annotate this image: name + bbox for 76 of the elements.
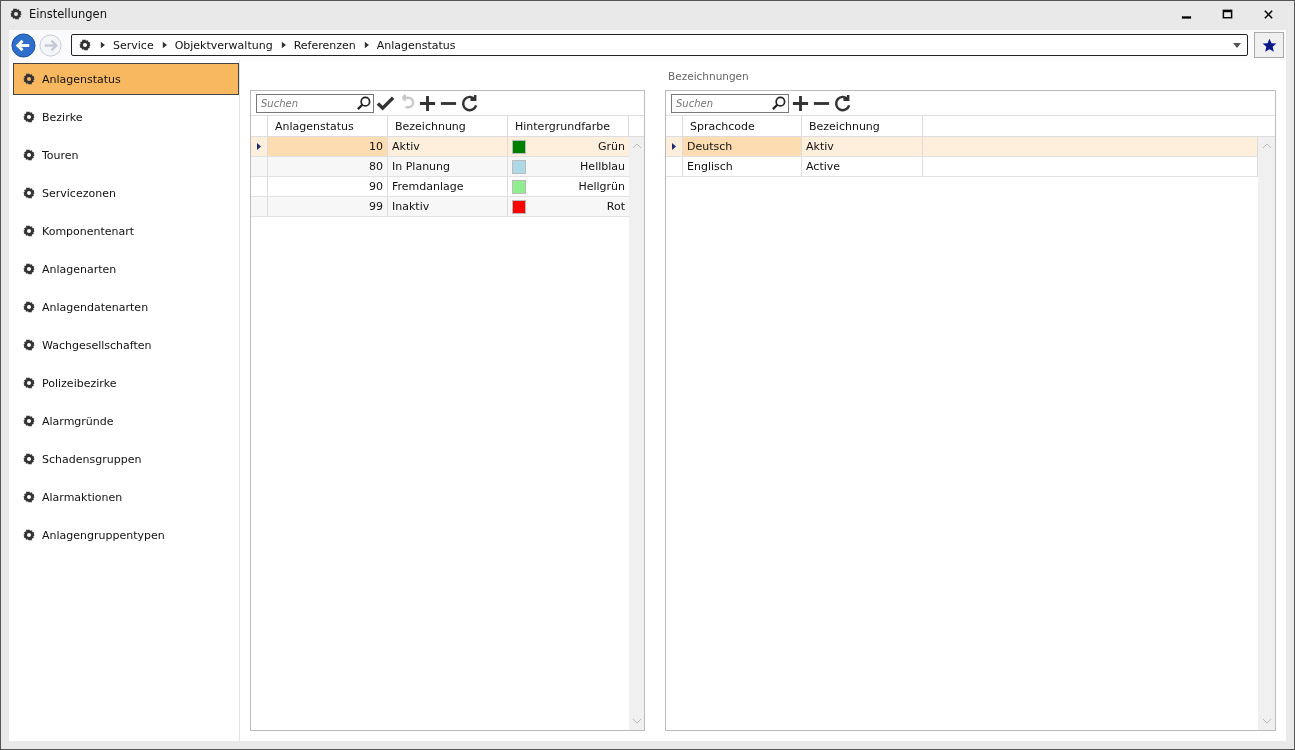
row-pointer-icon xyxy=(257,143,261,150)
table-cell: Inaktiv xyxy=(388,197,508,216)
caret-icon xyxy=(280,41,286,49)
sidebar-item[interactable]: Anlagendatenarten xyxy=(13,291,239,323)
gear-icon xyxy=(9,7,23,21)
star-icon xyxy=(1261,37,1277,53)
column-header[interactable]: Bezeichnung xyxy=(388,116,508,136)
gear-icon xyxy=(22,452,36,466)
breadcrumb-item[interactable]: Service xyxy=(113,38,154,52)
table-cell: 90 xyxy=(268,177,388,196)
window-title: Einstellungen xyxy=(29,7,107,21)
sidebar-item[interactable]: Anlagengruppentypen xyxy=(13,519,239,551)
refresh-icon[interactable] xyxy=(460,93,479,113)
table-cell: Hellblau xyxy=(580,160,625,173)
gear-icon xyxy=(22,72,36,86)
sidebar-item[interactable]: Wachgesellschaften xyxy=(13,329,239,361)
gear-icon xyxy=(22,376,36,390)
back-icon[interactable] xyxy=(11,32,36,58)
sidebar-item[interactable]: Polizeibezirke xyxy=(13,367,239,399)
sidebar-item[interactable]: Anlagenstatus xyxy=(13,63,239,95)
table-cell: In Planung xyxy=(388,157,508,176)
gear-icon xyxy=(22,110,36,124)
gear-icon xyxy=(22,414,36,428)
gear-icon xyxy=(22,186,36,200)
breadcrumb-item[interactable]: Referenzen xyxy=(293,38,356,52)
table-cell: Deutsch xyxy=(683,137,802,156)
breadcrumb-item[interactable]: Objektverwaltung xyxy=(174,38,273,52)
sidebar-item[interactable]: Anlagenarten xyxy=(13,253,239,285)
gear-icon xyxy=(22,148,36,162)
table-cell: Aktiv xyxy=(388,137,508,156)
breadcrumb-item[interactable]: Anlagenstatus xyxy=(376,38,456,52)
table-cell: Englisch xyxy=(683,157,802,176)
caret-icon xyxy=(363,41,369,49)
column-header[interactable]: Sprachcode xyxy=(683,116,802,136)
gear-icon xyxy=(22,490,36,504)
plus-icon[interactable] xyxy=(418,93,437,113)
search-field[interactable]: Suchen xyxy=(256,93,374,113)
plus-icon[interactable] xyxy=(791,93,810,113)
gear-icon xyxy=(22,338,36,352)
gear-icon xyxy=(22,528,36,542)
sidebar-item[interactable]: Schadensgruppen xyxy=(13,443,239,475)
sidebar-item[interactable]: Komponentenart xyxy=(13,215,239,247)
address-bar[interactable]: Service Objektverwaltung Referenzen Anlagenstatus xyxy=(71,34,1248,56)
table-cell: 80 xyxy=(268,157,388,176)
table-cell: Active xyxy=(802,157,923,176)
sidebar-item[interactable]: Servicezonen xyxy=(13,177,239,209)
table-cell: Hellgrün xyxy=(578,180,625,193)
sidebar-item[interactable]: Bezirke xyxy=(13,101,239,133)
table-cell: Rot xyxy=(606,200,625,213)
gear-icon xyxy=(78,38,92,52)
dropdown-icon[interactable] xyxy=(1233,42,1241,48)
favorite-button[interactable] xyxy=(1254,32,1284,58)
table-cell: 99 xyxy=(268,197,388,216)
search-icon[interactable] xyxy=(356,95,371,111)
caret-icon xyxy=(161,41,167,49)
gear-icon xyxy=(22,224,36,238)
table-cell: 10 xyxy=(268,137,388,156)
sidebar-item[interactable]: Touren xyxy=(13,139,239,171)
gear-icon xyxy=(22,262,36,276)
caret-icon xyxy=(100,41,105,49)
close-icon[interactable] xyxy=(1263,8,1274,20)
refresh-icon[interactable] xyxy=(833,93,852,113)
sidebar-item[interactable]: Alarmaktionen xyxy=(13,481,239,513)
sidebar-item[interactable]: Alarmgründe xyxy=(13,405,239,437)
table-cell: Fremdanlage xyxy=(388,177,508,196)
column-header[interactable]: Bezeichnung xyxy=(802,116,923,136)
column-header[interactable]: Hintergrundfarbe xyxy=(508,116,629,136)
panel-title: Bezeichnungen xyxy=(667,70,750,84)
search-icon[interactable] xyxy=(771,95,786,111)
table-cell: Grün xyxy=(598,140,625,153)
maximize-icon[interactable] xyxy=(1222,8,1233,20)
column-header[interactable]: Anlagenstatus xyxy=(268,116,388,136)
row-pointer-icon xyxy=(672,143,676,150)
search-field[interactable]: Suchen xyxy=(671,93,789,113)
table-cell: Aktiv xyxy=(802,137,923,156)
gear-icon xyxy=(22,300,36,314)
